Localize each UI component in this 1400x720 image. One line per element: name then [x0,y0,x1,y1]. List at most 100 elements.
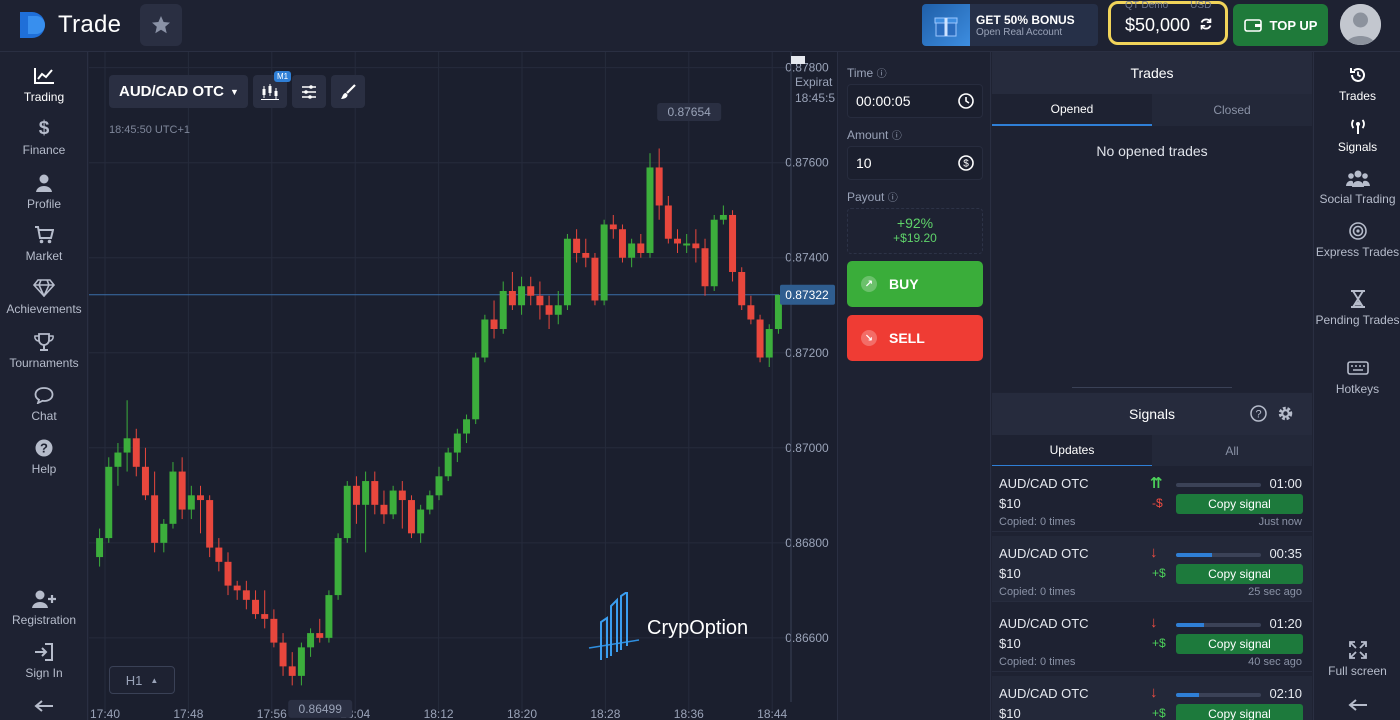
signals-title: Signals [1129,406,1175,422]
nav-item-trading[interactable]: Trading [0,64,88,104]
svg-text:?: ? [1255,409,1261,421]
arrow-left-icon [1314,694,1400,716]
rnav-item-pending-trades[interactable]: Pending Trades [1314,288,1400,327]
copy-signal-button[interactable]: Copy signal [1176,564,1303,584]
signal-pair: AUD/CAD OTC [999,476,1089,491]
amount-label: Amount [847,128,889,142]
nav-item-registration[interactable]: Registration [0,587,88,627]
signal-age: 25 sec ago [1248,586,1302,598]
gear-icon[interactable] [1277,405,1294,422]
fullscreen-button[interactable]: Full screen [1314,639,1400,678]
tab-opened[interactable]: Opened [992,94,1152,126]
tab-all[interactable]: All [1152,435,1312,467]
candle-body [224,561,232,586]
brush-icon [341,83,356,99]
sell-button[interactable]: ↘ SELL [847,315,983,361]
nav-item-achievements[interactable]: Achievements [0,276,88,316]
copy-signal-button[interactable]: Copy signal [1176,494,1303,514]
timeframe-selector[interactable]: H1 ▲ [109,666,175,694]
candle-body [527,286,535,296]
payout-label-row: Payout ⓘ [847,189,898,204]
chart-clock: 18:45:50 UTC+1 [109,124,191,136]
clock-icon[interactable] [958,93,974,109]
target-icon [1314,220,1400,242]
y-tick-label: 0.87000 [785,441,829,455]
asset-selector[interactable]: AUD/CAD OTC ▼ [109,75,248,108]
nav-item-sign-in[interactable]: Sign In [0,640,88,680]
info-icon[interactable]: ⓘ [892,131,902,142]
arrows-up-icon: ⇈ [1150,475,1163,492]
candle-body [472,357,480,420]
wallet-icon [1243,19,1262,32]
nav-item-market[interactable]: Market [0,223,88,263]
tab-closed[interactable]: Closed [1152,94,1312,126]
trophy-icon [0,330,88,354]
signal-card: AUD/CAD OTC $10 Copied: 0 times ⇈ -$ 01:00 Cop… [992,466,1312,532]
signal-profit-sign: -$ [1152,496,1163,510]
bonus-banner[interactable]: GET 50% BONUS Open Real Account [922,4,1098,46]
chart-area[interactable]: 0.87800 0.87600 0.87400 0.87200 0.87000 0.868… [89,52,837,720]
indicators-button[interactable] [292,75,326,108]
help-circle-icon[interactable]: ? [1250,405,1267,422]
time-input[interactable]: 00:00:05 [847,84,983,118]
refresh-icon[interactable] [1199,17,1213,31]
amount-input[interactable]: 10 $ [847,146,983,180]
candle-body [618,229,626,258]
rnav-label: Full screen [1328,664,1387,678]
candles-icon [261,83,279,100]
candle-body [160,523,168,543]
candle-body [435,476,443,496]
candle-body [463,419,471,434]
candle-body [187,495,195,510]
candle-body [628,243,636,258]
dollar-circle-icon[interactable]: $ [958,155,974,171]
logo[interactable]: Trade [18,10,121,40]
signal-amount: $10 [999,706,1021,720]
collapse-right-sidebar-button[interactable] [1314,694,1400,719]
copy-signal-button[interactable]: Copy signal [1176,634,1303,654]
nav-item-finance[interactable]: $ Finance [0,117,88,157]
y-tick-label: 0.86600 [785,631,829,645]
rnav-item-express-trades[interactable]: Express Trades [1314,220,1400,259]
time-label: Time [847,66,874,80]
candle-body [371,481,379,505]
signal-card: AUD/CAD OTC $10 ↓ +$ 02:10 Copy signal [992,676,1312,720]
candle-body [591,257,599,301]
keyboard-icon [1314,357,1400,379]
info-icon[interactable]: ⓘ [888,193,898,204]
arrow-down-icon: ↓ [1150,614,1158,631]
nav-item-tournaments[interactable]: Tournaments [0,330,88,370]
collapse-sidebar-button[interactable] [0,694,88,718]
rnav-item-hotkeys[interactable]: Hotkeys [1314,357,1400,396]
top-up-button[interactable]: TOP UP [1233,4,1328,46]
timeframe-value: H1 [125,672,143,688]
time-value: 00:00:05 [856,93,911,109]
svg-text:?: ? [40,441,48,456]
drawing-tools-button[interactable] [331,75,365,108]
help-icon: ? [0,436,88,460]
rnav-item-signals[interactable]: Signals [1314,115,1400,154]
candle-body [499,290,507,330]
nav-item-chat[interactable]: Chat [0,383,88,423]
signal-card: AUD/CAD OTC $10 Copied: 0 times ↓ +$ 01:20 Cop… [992,606,1312,672]
nav-item-help[interactable]: ? Help [0,436,88,476]
candle-body [316,633,324,638]
favorite-button[interactable] [140,4,182,46]
nav-item-profile[interactable]: Profile [0,171,88,211]
rnav-item-trades[interactable]: Trades [1314,64,1400,103]
signal-pair: AUD/CAD OTC [999,616,1089,631]
tab-updates[interactable]: Updates [992,435,1152,467]
info-icon[interactable]: ⓘ [877,69,887,80]
x-tick-label: 17:48 [173,707,203,720]
candle-body [242,590,250,600]
nav-label: Tournaments [9,356,79,370]
rnav-item-social-trading[interactable]: Social Trading [1314,167,1400,206]
candle-body [141,466,149,496]
copy-signal-button[interactable]: Copy signal [1176,704,1303,720]
balance-box[interactable]: QT Demo USD $50,000 [1108,0,1228,45]
candle-body [573,238,581,253]
buy-button[interactable]: ↗ BUY [847,261,983,307]
candle-body [132,438,140,467]
avatar[interactable] [1340,4,1381,45]
payout-percent: +92% [896,215,934,231]
